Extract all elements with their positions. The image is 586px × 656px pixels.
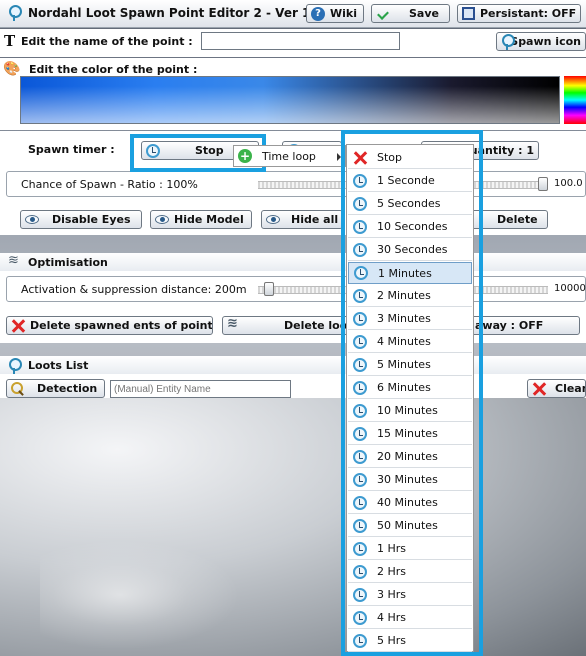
- color-gradient-picker[interactable]: [20, 76, 560, 124]
- hide-all-button[interactable]: Hide all: [261, 210, 343, 229]
- save-label: Save: [409, 7, 439, 20]
- activation-slider-thumb[interactable]: [263, 282, 274, 296]
- text-icon: T: [4, 32, 16, 50]
- activation-label: Activation & suppression distance: 200m: [21, 283, 247, 296]
- away-label: away : OFF: [475, 319, 544, 332]
- activation-value: 10000.: [554, 283, 586, 294]
- entity-name-input[interactable]: [110, 380, 291, 398]
- delete-spawned-button[interactable]: Delete spawned ents of point: [6, 316, 213, 335]
- activation-row: Activation & suppression distance: 200m …: [6, 276, 586, 302]
- chance-row: Chance of Spawn - Ratio : 100% 100.0: [6, 171, 586, 197]
- pin-icon: [8, 358, 22, 374]
- chance-value: 100.0: [554, 178, 583, 189]
- disable-eyes-label: Disable Eyes: [52, 213, 131, 226]
- name-section: T Edit the name of the point : Spawn ico…: [0, 29, 586, 57]
- window-title: Nordahl Loot Spawn Point Editor 2 - Ver …: [28, 6, 324, 20]
- delete-label: Delete: [497, 213, 538, 226]
- time-loop-label: Time loop: [262, 149, 316, 163]
- magnifier-icon: [11, 382, 24, 395]
- optimisation-panel: Optimisation Activation & suppression di…: [0, 253, 586, 343]
- optimisation-header: Optimisation: [0, 253, 586, 271]
- spawn-icon-label: Spawn icon: [510, 35, 581, 48]
- loots-panel: Loots List Detection Clean: [0, 356, 586, 398]
- pin-icon: [501, 33, 517, 50]
- wiki-button[interactable]: ? Wiki: [306, 4, 364, 23]
- detection-button[interactable]: Detection: [6, 379, 105, 398]
- check-icon: [377, 7, 389, 20]
- time-menu-highlight: [341, 130, 483, 656]
- away-toggle[interactable]: away : OFF: [470, 316, 580, 335]
- chance-slider-thumb[interactable]: [538, 177, 548, 191]
- persistant-toggle[interactable]: Persistant: OFF: [457, 4, 581, 23]
- help-icon: ?: [311, 6, 325, 21]
- hide-all-label: Hide all: [291, 213, 339, 226]
- point-name-input[interactable]: [201, 32, 400, 50]
- pin-icon: [8, 5, 22, 21]
- color-label: Edit the color of the point :: [29, 63, 198, 76]
- close-icon: [11, 319, 25, 333]
- clean-label: Clean: [555, 382, 585, 395]
- loots-header: Loots List: [0, 356, 586, 374]
- eye-icon: [155, 215, 169, 224]
- plus-icon: [238, 149, 252, 163]
- save-button[interactable]: Save: [371, 4, 450, 23]
- spawn-icon-button[interactable]: Spawn icon: [496, 32, 586, 51]
- persistant-label: Persistant: OFF: [480, 7, 577, 20]
- floppy-icon: [462, 7, 475, 20]
- background-weapon-model: [40, 540, 240, 650]
- disable-eyes-button[interactable]: Disable Eyes: [20, 210, 142, 229]
- eye-icon: [25, 215, 39, 224]
- delete-spawned-label: Delete spawned ents of point: [30, 319, 213, 332]
- palette-icon: 🎨: [3, 61, 21, 77]
- title-bar: Nordahl Loot Spawn Point Editor 2 - Ver …: [0, 0, 586, 28]
- time-loop-menu-item[interactable]: Time loop: [233, 145, 346, 167]
- chance-label: Chance of Spawn - Ratio : 100%: [21, 178, 198, 191]
- eye-icon: [266, 215, 280, 224]
- detection-label: Detection: [37, 382, 98, 395]
- hide-model-label: Hide Model: [174, 213, 244, 226]
- clean-button[interactable]: Clean: [527, 379, 586, 398]
- tornado-icon: [227, 317, 239, 332]
- optimisation-title: Optimisation: [28, 256, 108, 269]
- wiki-label: Wiki: [330, 7, 357, 20]
- close-icon: [532, 382, 546, 396]
- name-label: Edit the name of the point :: [21, 35, 193, 48]
- hue-slider[interactable]: [564, 76, 586, 124]
- hide-model-button[interactable]: Hide Model: [150, 210, 252, 229]
- loots-title: Loots List: [28, 359, 89, 372]
- spawn-timer-label: Spawn timer :: [28, 143, 115, 156]
